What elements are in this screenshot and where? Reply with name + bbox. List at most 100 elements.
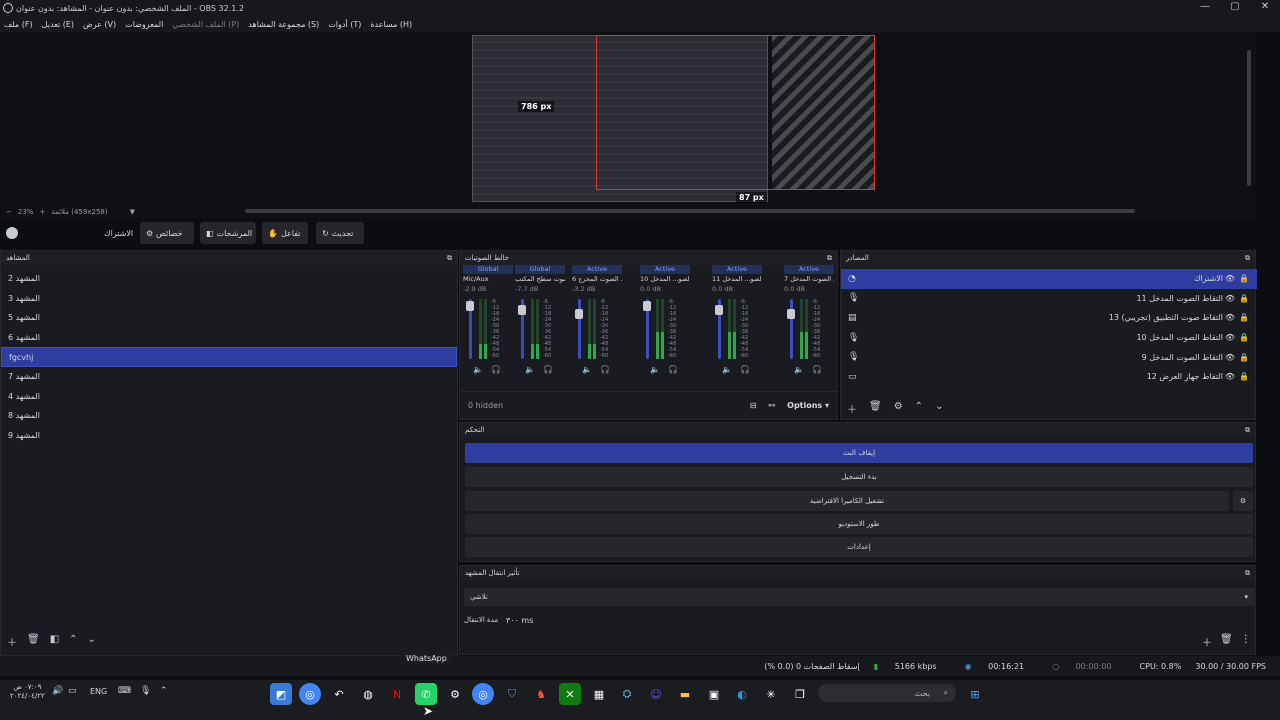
interact-button[interactable]: ✋ تفاعل	[262, 222, 308, 244]
monitor-headphones-icon[interactable]: 🎧	[600, 365, 610, 374]
refresh-button[interactable]: ↻ تحديث	[316, 222, 364, 244]
volume-knob[interactable]	[787, 309, 795, 319]
scene-item[interactable]: المشهد 8	[1, 406, 457, 426]
chrome-icon[interactable]: ◎	[299, 683, 321, 705]
mute-icon[interactable]: 🔈	[582, 365, 592, 374]
channel-name[interactable]: Mic/Aux	[463, 274, 513, 285]
scene-filters-icon[interactable]: ◧	[50, 634, 59, 649]
visibility-eye-icon[interactable]: 👁	[1225, 274, 1235, 283]
monitor-headphones-icon[interactable]: 🎧	[543, 365, 553, 374]
zoom-dropdown-icon[interactable]: ▼	[130, 208, 135, 216]
preview-horizontal-scrollbar[interactable]	[245, 209, 1135, 213]
obs-icon[interactable]: ◍	[357, 683, 379, 705]
scene-item[interactable]: المشهد 3	[1, 289, 457, 309]
clock-date[interactable]: ٢٠٢٤/٠٤/٢٢	[10, 692, 45, 701]
undock-icon[interactable]: ⧉	[1245, 569, 1250, 578]
volume-slider[interactable]	[790, 299, 793, 359]
zoom-in-button[interactable]: +	[39, 208, 45, 216]
paint-app-icon[interactable]: ◩	[270, 683, 292, 705]
minimize-button[interactable]: —	[1190, 0, 1220, 14]
visibility-eye-icon[interactable]: 👁	[1225, 333, 1235, 342]
edge-icon[interactable]: ◐	[731, 683, 753, 705]
visibility-eye-icon[interactable]: 👁	[1225, 313, 1235, 322]
volume-knob[interactable]	[466, 301, 474, 311]
volume-icon[interactable]: 🔊	[52, 686, 63, 696]
source-item[interactable]: ▤ التقاط صوت التطبيق (تجريبي) 13 👁 🔒	[841, 308, 1257, 328]
menu-view[interactable]: عرض (V)	[83, 20, 116, 29]
preview-vertical-scrollbar[interactable]	[1247, 50, 1251, 186]
channel-name[interactable]: التقاط الصو... المدخل 11	[712, 274, 762, 285]
menu-tools[interactable]: أدوات (T)	[328, 20, 361, 29]
add-source-icon[interactable]: ＋	[847, 401, 857, 416]
source-item[interactable]: ◔ الاشتراك 👁 🔒	[841, 269, 1257, 289]
source-selection-box[interactable]	[596, 35, 875, 190]
zoom-out-button[interactable]: −	[6, 208, 12, 216]
source-item[interactable]: ▭ التقاط جهاز العرض 12 👁 🔒	[841, 367, 1257, 387]
brave-icon[interactable]: ♞	[530, 683, 552, 705]
lock-icon[interactable]: 🔒	[1239, 333, 1249, 342]
stop-streaming-button[interactable]: إيقاف البث	[465, 443, 1253, 463]
clock-time[interactable]: ٠٧:٠٩ ص	[10, 683, 45, 692]
scene-item[interactable]: المشهد 5	[1, 308, 457, 328]
mute-icon[interactable]: 🔈	[525, 365, 535, 374]
volume-knob[interactable]	[518, 305, 526, 315]
maximize-button[interactable]: ▢	[1220, 0, 1250, 14]
scene-item[interactable]: المشهد 4	[1, 387, 457, 407]
undock-icon[interactable]: ⧉	[447, 254, 452, 263]
source-item[interactable]: 🎙 التقاط الصوت المدخل 11 👁 🔒	[841, 289, 1257, 309]
lock-icon[interactable]: 🔒	[1239, 353, 1249, 362]
monitor-headphones-icon[interactable]: 🎧	[812, 365, 822, 374]
volume-knob[interactable]	[715, 305, 723, 315]
menu-file[interactable]: ملف (F)	[4, 20, 33, 29]
duration-input[interactable]: ٣٠٠ ms	[500, 612, 1242, 628]
start-recording-button[interactable]: بدء التسجيل	[465, 467, 1253, 487]
arrow-app-icon[interactable]: ↶	[328, 683, 350, 705]
scene-item-selected[interactable]: fgcvhj	[1, 347, 457, 367]
volume-knob[interactable]	[643, 301, 651, 311]
zoom-fit-label[interactable]: ملائمة (459x258)	[51, 208, 107, 216]
source-item[interactable]: 🎙 التقاط الصوت المدخل 10 👁 🔒	[841, 328, 1257, 348]
steam-icon[interactable]: ⛭	[616, 683, 638, 705]
shield-icon[interactable]: ⛉	[501, 683, 523, 705]
virtual-camera-settings-icon[interactable]: ⚙	[1233, 491, 1253, 511]
display-icon[interactable]: ▭	[68, 686, 77, 696]
source-item[interactable]: 🎙 التقاط الصوت المدخل 9 👁 🔒	[841, 347, 1257, 367]
remove-scene-icon[interactable]: 🗑	[27, 634, 40, 649]
xbox-icon[interactable]: ✕	[559, 683, 581, 705]
lock-icon[interactable]: 🔒	[1239, 372, 1249, 381]
start-virtual-camera-button[interactable]: تشغيل الكاميرا الافتراضية	[465, 491, 1229, 511]
remove-source-icon[interactable]: 🗑	[869, 401, 882, 416]
menu-edit[interactable]: تعديل (E)	[42, 20, 74, 29]
visibility-eye-icon[interactable]: 👁	[1225, 353, 1235, 362]
scene-item[interactable]: المشهد 2	[1, 269, 457, 289]
task-view-icon[interactable]: ❐	[789, 683, 811, 705]
more-options-icon[interactable]: ⋮	[1241, 634, 1251, 649]
undock-icon[interactable]: ⧉	[1245, 426, 1250, 435]
advanced-audio-icon[interactable]: ⚯	[768, 401, 775, 410]
close-button[interactable]: ✕	[1250, 0, 1280, 14]
monitor-headphones-icon[interactable]: 🎧	[740, 365, 750, 374]
undock-icon[interactable]: ⧉	[1245, 254, 1250, 263]
settings-app-icon[interactable]: ⚙	[444, 683, 466, 705]
add-scene-icon[interactable]: ＋	[7, 634, 17, 649]
folder-icon[interactable]: ▬	[674, 683, 696, 705]
scene-item[interactable]: المشهد 9	[1, 426, 457, 446]
lock-icon[interactable]: 🔒	[1239, 294, 1249, 303]
netflix-icon[interactable]: N	[386, 683, 408, 705]
move-up-icon[interactable]: ⌃	[915, 401, 923, 416]
language-indicator[interactable]: ENG	[90, 687, 107, 696]
move-down-icon[interactable]: ⌄	[88, 634, 96, 649]
source-properties-icon[interactable]: ⚙	[894, 401, 903, 416]
whatsapp-icon[interactable]: ✆	[415, 683, 437, 705]
mute-icon[interactable]: 🔈	[650, 365, 660, 374]
layout-icon[interactable]: ⊟	[750, 401, 757, 410]
volume-knob[interactable]	[575, 309, 583, 319]
move-down-icon[interactable]: ⌄	[935, 401, 943, 416]
lock-icon[interactable]: 🔒	[1239, 274, 1249, 283]
capcut-icon[interactable]: ▦	[588, 683, 610, 705]
mute-icon[interactable]: 🔈	[722, 365, 732, 374]
monitor-headphones-icon[interactable]: 🎧	[668, 365, 678, 374]
scene-item[interactable]: المشهد 6	[1, 328, 457, 348]
mic-tray-icon[interactable]: 🎙	[140, 686, 151, 696]
menu-help[interactable]: مساعدة (H)	[370, 20, 412, 29]
